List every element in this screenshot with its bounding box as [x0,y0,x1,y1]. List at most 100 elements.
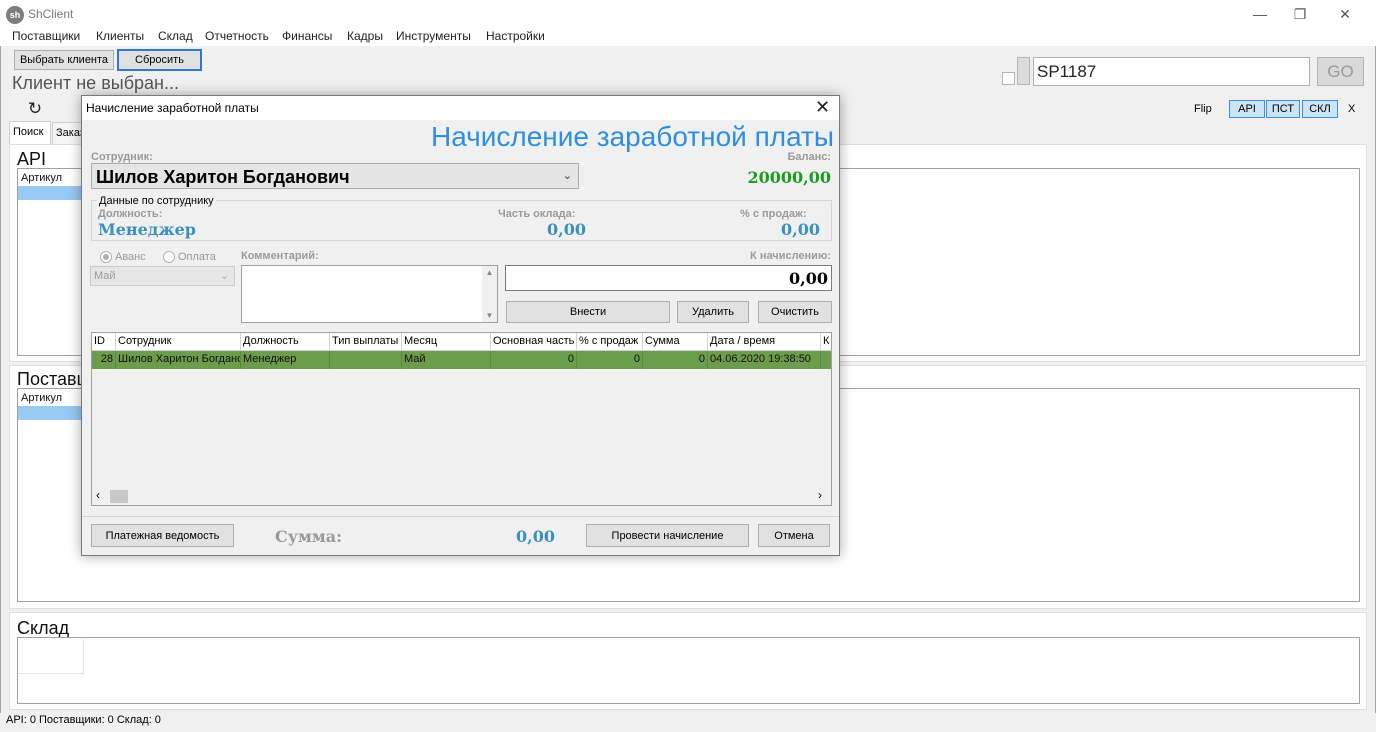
footer-divider [82,516,839,517]
salary-part-value: 0,00 [547,220,586,239]
grid-cell-payment-type[interactable] [330,351,402,369]
clear-button[interactable]: Очистить [758,301,832,323]
payment-radio[interactable] [163,251,175,263]
warehouse-grid [17,637,1360,704]
month-select[interactable]: Май ⌄ [90,266,235,286]
app-logo: sh [6,6,24,24]
payroll-dialog: Начисление заработной платы ✕ Начисление… [81,95,840,556]
grid-header-employee[interactable]: Сотрудник [116,333,241,351]
suppliers-selected-row[interactable] [18,406,83,420]
employee-label: Сотрудник: [91,151,153,163]
grid-cell-base[interactable]: 0 [491,351,577,369]
sum-label: Сумма: [275,527,343,546]
scroll-down-icon[interactable]: ▼ [482,311,497,320]
payroll-statement-button[interactable]: Платежная ведомость [91,524,234,547]
menu-finance[interactable]: Финансы [282,28,332,44]
advance-radio-label: Аванс [115,251,146,263]
grid-cell-sales-pct[interactable]: 0 [577,351,643,369]
suppliers-column-header: Артикул [21,392,63,404]
go-button[interactable]: GO [1317,57,1364,86]
restore-icon[interactable]: ❐ [1277,0,1323,28]
comment-label: Комментарий: [241,250,319,262]
month-value: Май [94,270,116,282]
employee-data-legend: Данные по сотруднику [97,195,216,207]
chevron-down-icon: ⌄ [562,170,572,182]
balance-value: 20000,00 [747,168,832,187]
grid-cell-sum[interactable]: 0 [643,351,708,369]
refresh-icon[interactable]: ↻ [26,100,44,118]
source-api-button[interactable]: API [1229,100,1265,118]
code-input[interactable]: SP1187 [1033,57,1310,86]
scroll-thumb[interactable] [110,490,128,503]
post-accrual-button[interactable]: Провести начисление [586,524,749,547]
grid-header-sales-pct[interactable]: % с продаж [577,333,643,351]
flip-button[interactable]: Flip [1194,103,1212,115]
chevron-down-icon: ⌄ [219,270,229,282]
advance-radio[interactable] [100,251,112,263]
menu-clients[interactable]: Клиенты [96,28,144,44]
payment-radio-label: Оплата [178,251,216,263]
grid-horizontal-scrollbar[interactable]: ‹ › [92,488,831,505]
api-column-header: Артикул [21,172,63,184]
api-section-title: API [17,149,47,169]
client-status: Клиент не выбран... [12,73,179,93]
menu-suppliers[interactable]: Поставщики [12,28,80,44]
grid-header-payment-type[interactable]: Тип выплаты [330,333,402,351]
grid-header-extra[interactable]: К [821,333,831,351]
close-panel-button[interactable]: X [1348,103,1355,115]
tab-search[interactable]: Поиск [9,121,51,144]
menu-reports[interactable]: Отчетность [205,28,269,44]
select-client-button[interactable]: Выбрать клиента [14,50,114,70]
menu-staff[interactable]: Кадры [347,28,383,44]
grid-cell-employee[interactable]: Шилов Харитон Богдано [116,351,241,369]
grid-header-id[interactable]: ID [92,333,116,351]
grid-cell-position[interactable]: Менеджер [241,351,330,369]
grid-cell-extra[interactable] [821,351,831,369]
cancel-button[interactable]: Отмена [758,524,830,547]
code-checkbox[interactable] [1002,72,1015,85]
grid-header-datetime[interactable]: Дата / время [708,333,821,351]
warehouse-section-title: Склад [17,618,70,638]
employee-select[interactable]: Шилов Харитон Богданович ⌄ [91,163,579,189]
comment-textarea[interactable]: ▲ ▼ [241,265,498,323]
balance-label: Баланс: [787,151,831,163]
salary-part-label: Часть оклада: [498,208,576,220]
dialog-title: Начисление заработной платы [86,101,259,115]
delete-button[interactable]: Удалить [677,301,749,323]
grid-cell-month[interactable]: Май [402,351,491,369]
menu-settings[interactable]: Настройки [486,28,545,44]
status-text: API: 0 Поставщики: 0 Склад: 0 [6,714,161,726]
grid-header-position[interactable]: Должность [241,333,330,351]
status-bar: API: 0 Поставщики: 0 Склад: 0 [0,713,1376,732]
code-toggle[interactable] [1017,57,1030,85]
accruals-grid: ID Сотрудник Должность Тип выплаты Месяц… [91,332,832,506]
scroll-up-icon[interactable]: ▲ [482,268,497,277]
accrual-label: К начислению: [750,250,831,262]
accrual-input[interactable]: 0,00 [505,265,832,291]
scroll-right-icon[interactable]: › [818,488,822,502]
reset-button[interactable]: Сбросить [117,49,202,71]
dialog-close-icon[interactable]: ✕ [815,98,830,116]
menu-tools[interactable]: Инструменты [396,28,471,44]
menu-warehouse[interactable]: Склад [158,28,193,44]
add-button[interactable]: Внести [506,301,670,323]
grid-header-sum[interactable]: Сумма [643,333,708,351]
scroll-left-icon[interactable]: ‹ [96,488,100,502]
comment-scrollbar[interactable]: ▲ ▼ [482,266,497,322]
position-value: Менеджер [98,220,196,239]
warehouse-header-cell [18,638,84,674]
title-bar [0,0,1376,28]
grid-cell-id[interactable]: 28 [92,351,116,369]
api-selected-row[interactable] [18,186,83,200]
grid-header-base[interactable]: Основная часть [491,333,577,351]
source-pst-button[interactable]: ПСТ [1266,100,1300,118]
app-title: ShClient [28,7,74,21]
dialog-heading: Начисление заработной платы [430,121,834,152]
sales-pct-value: 0,00 [781,220,820,239]
source-skl-button[interactable]: СКЛ [1302,100,1338,118]
grid-header-month[interactable]: Месяц [402,333,491,351]
grid-cell-datetime[interactable]: 04.06.2020 19:38:50 [708,351,821,369]
close-icon[interactable]: ✕ [1322,0,1368,28]
employee-value: Шилов Харитон Богданович [96,167,350,187]
sales-pct-label: % с продаж: [740,208,807,220]
